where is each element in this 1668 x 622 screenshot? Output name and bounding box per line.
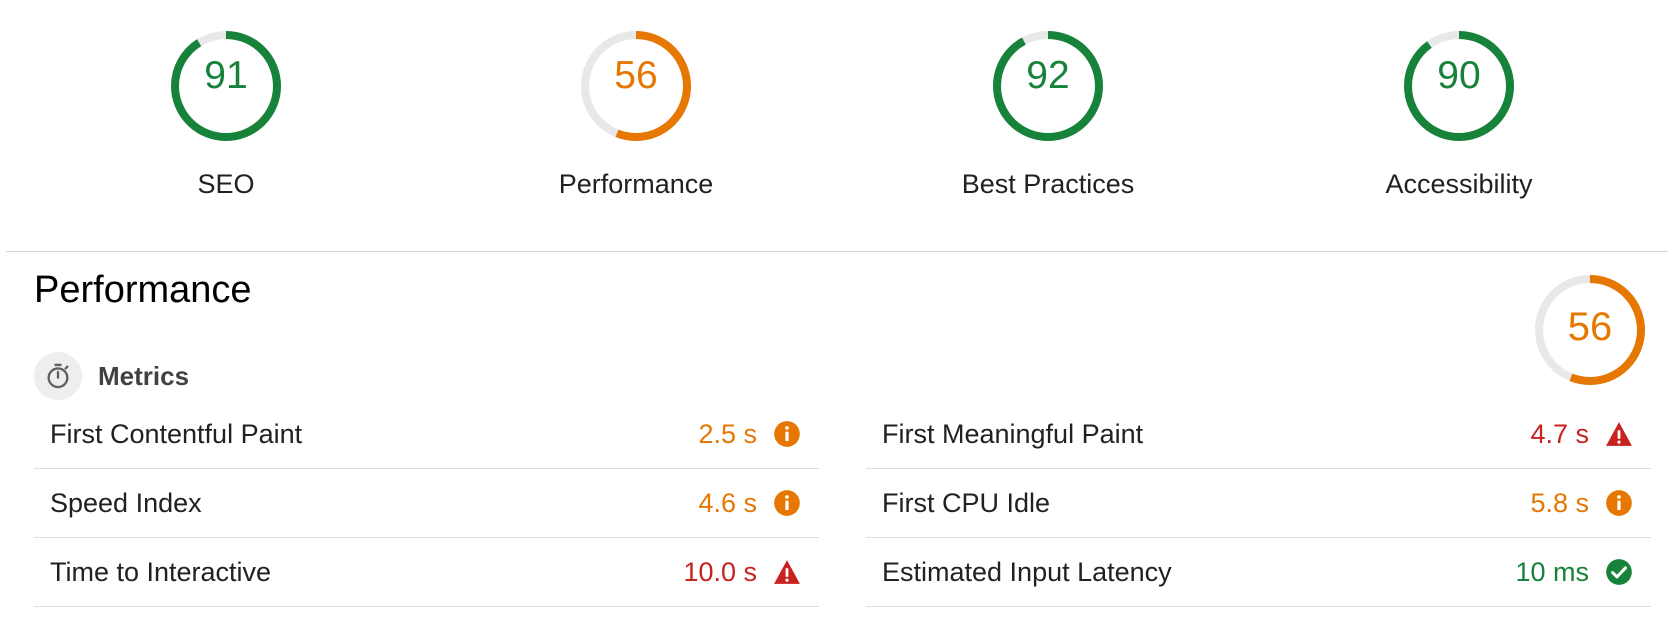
info-icon	[773, 489, 801, 517]
gauge-score-best-practices: 92	[1026, 54, 1070, 97]
metric-name: Time to Interactive	[50, 556, 272, 587]
metric-row[interactable]: Speed Index 4.6 s	[34, 469, 819, 538]
gauge-score-accessibility: 90	[1437, 54, 1481, 97]
metric-value: 5.8 s	[1530, 487, 1589, 518]
metric-value: 2.5 s	[698, 418, 757, 449]
warning-triangle-icon	[773, 558, 801, 586]
metric-value: 4.6 s	[698, 487, 757, 518]
metric-row[interactable]: First CPU Idle 5.8 s	[866, 469, 1651, 538]
metrics-column-right: First Meaningful Paint 4.7 s First CPU I…	[866, 400, 1651, 607]
metric-row[interactable]: Estimated Input Latency 10 ms	[866, 538, 1651, 607]
check-circle-icon	[1605, 558, 1633, 586]
info-icon	[773, 420, 801, 448]
metric-name: Speed Index	[50, 487, 202, 518]
metric-row[interactable]: First Meaningful Paint 4.7 s	[866, 400, 1651, 469]
metric-name: First Meaningful Paint	[882, 418, 1144, 449]
metric-row[interactable]: Time to Interactive 10.0 s	[34, 538, 819, 607]
section-divider	[6, 251, 1668, 252]
metric-value: 10 ms	[1515, 556, 1589, 587]
metrics-title: Metrics	[98, 360, 190, 391]
performance-section-gauge: 56	[1530, 270, 1650, 390]
performance-section-score: 56	[1567, 305, 1613, 349]
metric-name: First CPU Idle	[882, 487, 1051, 518]
gauge-label-performance: Performance	[558, 169, 714, 199]
metrics-column-left: First Contentful Paint 2.5 s Speed Index…	[34, 400, 819, 607]
metric-name: Estimated Input Latency	[882, 556, 1172, 587]
lighthouse-report: 91 SEO 56 Performance 92 Best Practices …	[0, 0, 1668, 622]
performance-section-title: Performance	[34, 269, 252, 311]
metric-value: 10.0 s	[683, 556, 757, 587]
info-icon	[1605, 489, 1633, 517]
summary-gauges: 91 SEO 56 Performance 92 Best Practices …	[0, 0, 1668, 252]
gauge-seo[interactable]: 91 SEO	[96, 26, 356, 206]
stopwatch-icon	[34, 352, 82, 400]
gauge-accessibility[interactable]: 90 Accessibility	[1329, 26, 1589, 206]
gauge-score-seo: 91	[204, 54, 248, 97]
gauge-performance[interactable]: 56 Performance	[506, 26, 766, 206]
gauge-best-practices[interactable]: 92 Best Practices	[918, 26, 1178, 206]
metrics-header: Metrics	[34, 352, 189, 400]
warning-triangle-icon	[1605, 420, 1633, 448]
gauge-label-best-practices: Best Practices	[961, 169, 1135, 199]
metric-name: First Contentful Paint	[50, 418, 303, 449]
gauge-label-accessibility: Accessibility	[1385, 169, 1533, 199]
metric-row[interactable]: First Contentful Paint 2.5 s	[34, 400, 819, 469]
gauge-score-performance: 56	[614, 54, 658, 97]
metric-value: 4.7 s	[1530, 418, 1589, 449]
gauge-label-seo: SEO	[197, 169, 255, 199]
